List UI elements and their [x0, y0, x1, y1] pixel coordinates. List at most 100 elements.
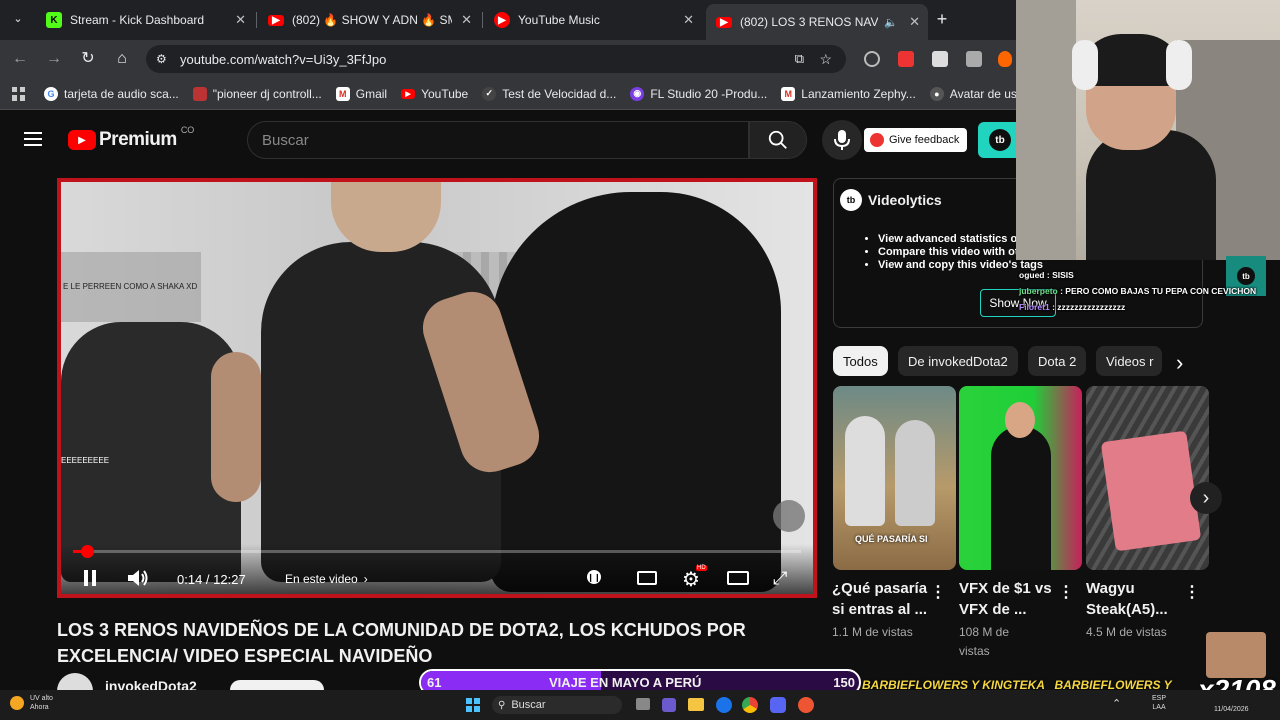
extension-icon[interactable]: [966, 51, 982, 67]
reaction-image: [1206, 632, 1266, 678]
search-input[interactable]: Buscar: [247, 121, 749, 159]
tab-youtube-music[interactable]: ▶ YouTube Music ✕: [484, 6, 702, 34]
next-arrow-button[interactable]: ›: [1190, 482, 1222, 514]
more-options-icon[interactable]: ⋮: [930, 582, 946, 602]
reload-icon[interactable]: ↻: [78, 49, 98, 69]
bookmark-label: Test de Velocidad d...: [502, 86, 617, 101]
bookmark-zephyr[interactable]: M Lanzamiento Zephy...: [781, 86, 916, 101]
fullscreen-button[interactable]: ⤢: [773, 568, 787, 589]
microphone-icon: [834, 130, 850, 150]
volume-button[interactable]: [127, 568, 149, 588]
chat-text: SISIS: [1052, 270, 1074, 280]
taskbar-search[interactable]: ⚲ Buscar: [492, 696, 622, 714]
bookmark-pioneer[interactable]: "pioneer dj controll...: [192, 86, 322, 101]
video-player[interactable]: E LE PERREEN COMO A SHAKA XD EEEEEEEEE 0…: [57, 178, 817, 598]
youtube-play-icon: ▶: [68, 130, 96, 150]
start-button[interactable]: [466, 698, 480, 712]
recommendation-title[interactable]: Wagyu Steak(A5)...: [1086, 578, 1186, 620]
video-overlay-text: E LE PERREEN COMO A SHAKA XD: [63, 282, 198, 291]
bookmark-gmail[interactable]: M Gmail: [335, 86, 387, 101]
menu-icon[interactable]: [24, 132, 42, 146]
tab-show-adn[interactable]: ▶ (802) 🔥 SHOW Y ADN 🔥 SMAS ✕: [258, 6, 480, 34]
tab-kick[interactable]: K Stream - Kick Dashboard ✕: [36, 6, 254, 34]
sun-icon: [10, 696, 24, 710]
tab-renos-active[interactable]: ▶ (802) LOS 3 RENOS NAVIDE 🔈 ✕: [706, 4, 928, 40]
recommendation-thumbnail[interactable]: [1086, 386, 1209, 570]
chip-all[interactable]: Todos: [833, 346, 888, 376]
pause-button[interactable]: [83, 570, 97, 586]
speaker-icon[interactable]: 🔈: [884, 16, 898, 29]
hd-badge: HD: [696, 565, 707, 571]
bookmark-flstudio[interactable]: ◉ FL Studio 20 -Produ...: [630, 86, 767, 101]
taskbar-app-icon[interactable]: [770, 697, 786, 713]
volume-icon: [128, 570, 148, 586]
bookmark-speedtest[interactable]: ✓ Test de Velocidad d...: [482, 86, 617, 101]
taskbar-app-icon[interactable]: [716, 697, 732, 713]
flstudio-icon: ◉: [630, 86, 645, 101]
settings-button[interactable]: ⚙ HD: [682, 565, 707, 592]
youtube-logo[interactable]: ▶ Premium CO: [68, 125, 194, 151]
tab-title: (802) 🔥 SHOW Y ADN 🔥 SMAS: [292, 13, 452, 27]
tray-chevron-icon[interactable]: ⌃: [1112, 697, 1121, 710]
bookmark-label: Lanzamiento Zephy...: [801, 86, 916, 101]
bookmark-youtube[interactable]: ▶ YouTube: [401, 87, 468, 101]
recommendation-title[interactable]: ¿Qué pasaría si entras al ...: [832, 578, 932, 620]
taskbar-app-icon[interactable]: [798, 697, 814, 713]
extension-icon[interactable]: [864, 51, 880, 67]
goal-text: VIAJE EN MAYO A PERÚ: [549, 675, 702, 690]
video-overlay-text: EEEEEEEEE: [61, 456, 110, 465]
new-tab-button[interactable]: +: [932, 9, 952, 29]
extension-icon[interactable]: [932, 51, 948, 67]
close-icon[interactable]: ✕: [235, 12, 246, 28]
time-display: 0:14 / 12:27: [177, 572, 246, 587]
chip-dota2[interactable]: Dota 2: [1028, 346, 1087, 376]
progress-bar[interactable]: [73, 545, 801, 558]
forward-icon[interactable]: →: [44, 49, 64, 69]
more-options-icon[interactable]: ⋮: [1058, 582, 1074, 602]
theater-mode-button[interactable]: [727, 571, 749, 585]
language-indicator[interactable]: ESP LAA: [1152, 694, 1166, 712]
address-bar[interactable]: ⚙ youtube.com/watch?v=Ui3y_3FfJpo ⧉ ☆: [146, 45, 846, 73]
taskbar-app-icon[interactable]: [636, 698, 650, 710]
recommendation-title[interactable]: VFX de $1 vs VFX de ...: [959, 578, 1059, 620]
home-icon[interactable]: ⌂: [112, 49, 132, 69]
close-icon[interactable]: ✕: [683, 12, 694, 28]
extension-icon[interactable]: [898, 51, 914, 67]
chat-message: Filoret1 : zzzzzzzzzzzzzzzz: [1019, 302, 1126, 312]
taskbar-app-icon[interactable]: [662, 698, 676, 712]
chat-user: ogued: [1019, 270, 1045, 280]
recommendation-thumbnail[interactable]: [959, 386, 1082, 570]
voice-search-button[interactable]: [822, 120, 862, 160]
recommendation-thumbnail[interactable]: QUÉ PASARÍA SI: [833, 386, 956, 570]
recommendation-views: 108 M de vistas: [959, 625, 1010, 658]
more-options-icon[interactable]: ⋮: [1184, 582, 1200, 602]
bookmark-star-icon[interactable]: ☆: [819, 51, 832, 68]
chrome-icon[interactable]: [742, 697, 758, 713]
feedback-label: Give feedback: [889, 134, 960, 146]
video-title: LOS 3 RENOS NAVIDEÑOS DE LA COMUNIDAD DE…: [57, 620, 746, 666]
apps-grid-icon[interactable]: [12, 86, 26, 101]
back-icon[interactable]: ←: [10, 49, 30, 69]
subtitles-icon: [637, 571, 657, 585]
give-feedback-button[interactable]: Give feedback: [864, 128, 967, 152]
close-icon[interactable]: ✕: [909, 14, 920, 30]
search-icon: ⚲: [498, 699, 506, 711]
tab-search-icon[interactable]: ⌄: [8, 9, 28, 29]
weather-widget[interactable]: UV alto Ahora: [10, 694, 53, 712]
close-icon[interactable]: ✕: [461, 12, 472, 28]
extension-icon[interactable]: [998, 51, 1012, 67]
autoplay-toggle[interactable]: ❙❙: [587, 570, 601, 584]
install-icon[interactable]: ⧉: [795, 51, 804, 67]
chip-channel[interactable]: De invokedDota2: [898, 346, 1018, 376]
search-button[interactable]: [749, 121, 807, 159]
taskbar-app-icon[interactable]: [688, 698, 704, 711]
subtitles-button[interactable]: [637, 571, 657, 585]
chapter-button[interactable]: En este video ›: [285, 572, 368, 586]
chapter-label: En este video: [285, 572, 358, 586]
chevron-right-icon[interactable]: ›: [1176, 350, 1183, 376]
site-info-icon[interactable]: ⚙: [156, 52, 167, 66]
progress-scrubber[interactable]: [80, 545, 94, 558]
tab-title: YouTube Music: [518, 13, 600, 27]
bookmark-audio[interactable]: Gtarjeta de audio sca...: [44, 86, 179, 101]
chip-related[interactable]: Videos r: [1096, 346, 1162, 376]
